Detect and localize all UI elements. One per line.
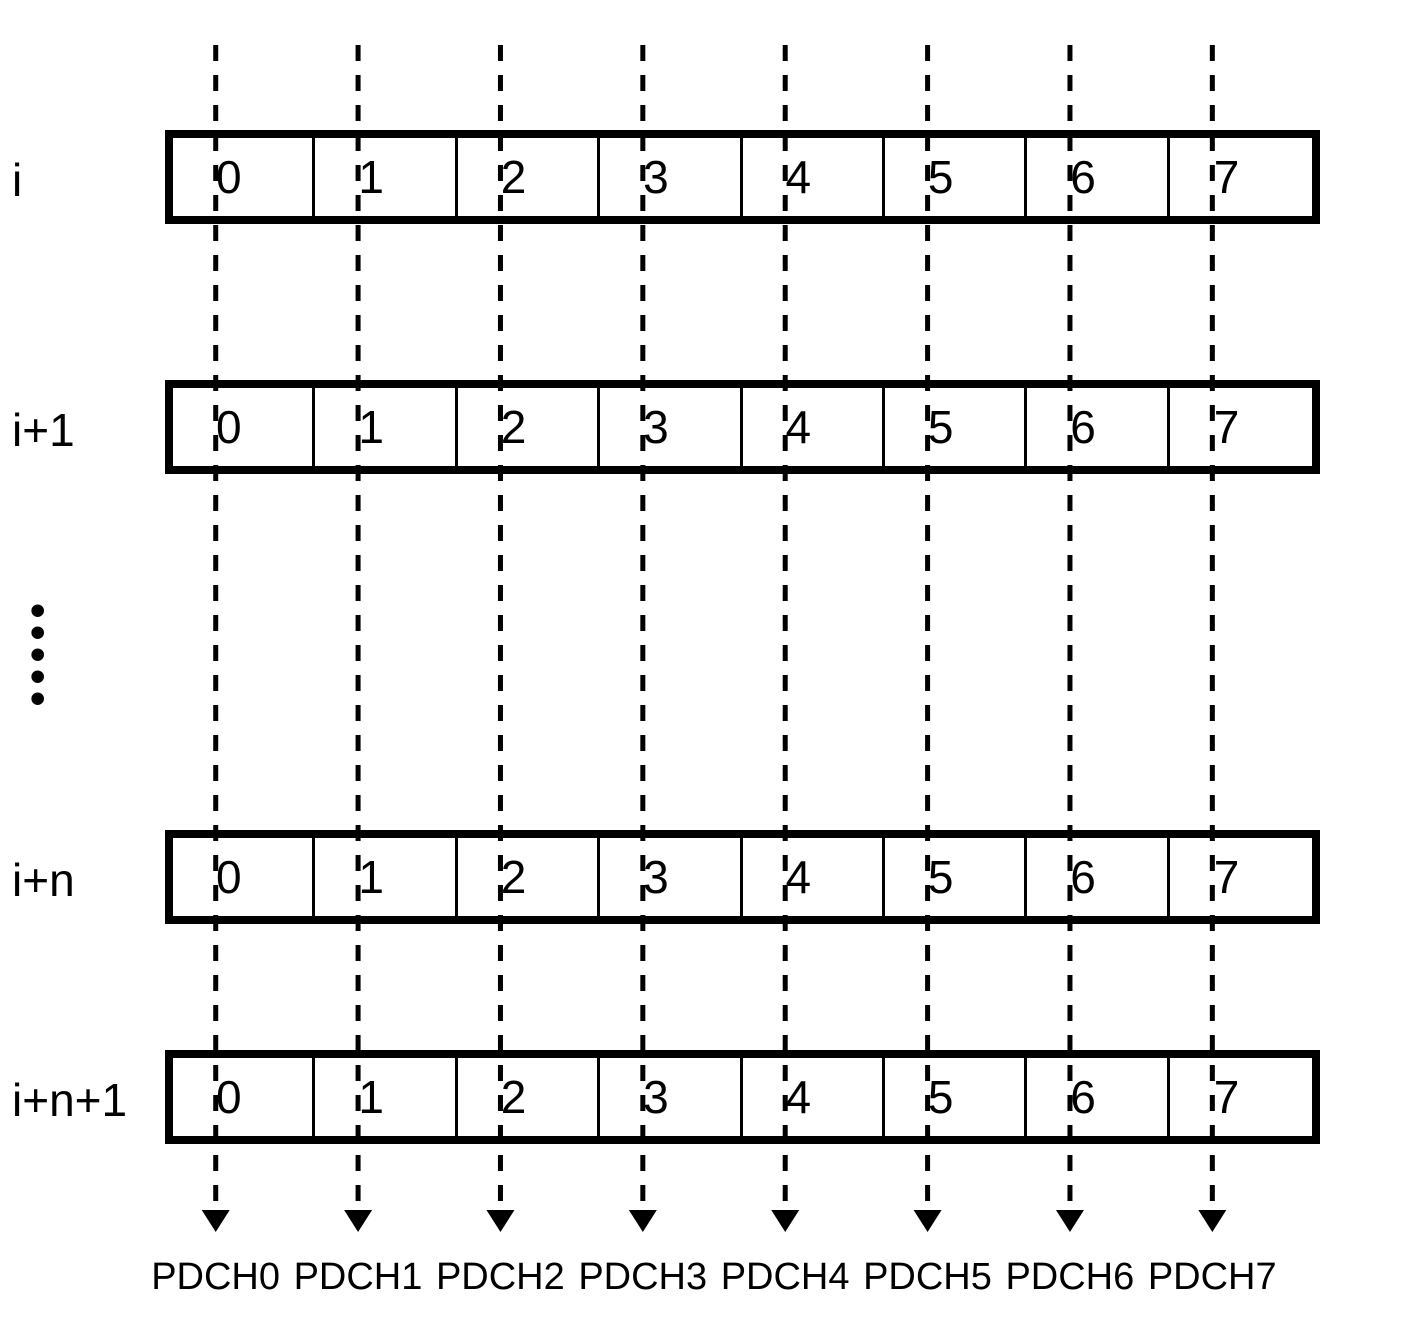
slot-number: 3 (643, 1070, 669, 1124)
slot-number: 4 (785, 850, 811, 904)
pdch-label-2: PDCH2 (436, 1256, 565, 1299)
diagram-canvas: i 0 1 2 3 4 5 6 7 i+1 0 1 2 3 4 5 6 7 i+n 0 1 2 3 4 5 6 7 i+n+1 0 1 2 3… (0, 0, 1410, 1317)
slot-cell-2-2: 2 (458, 838, 600, 916)
pdch-label-0: PDCH0 (151, 1256, 280, 1299)
slot-number: 1 (358, 850, 384, 904)
slot-cell-0-0: 0 (173, 138, 315, 216)
row-label-0: i (12, 153, 22, 207)
slot-cell-2-7: 7 (1170, 838, 1312, 916)
slot-frame-0: 0 1 2 3 4 5 6 7 (165, 130, 1320, 224)
slot-cell-0-6: 6 (1027, 138, 1169, 216)
slot-number: 3 (643, 150, 669, 204)
slot-cell-2-6: 6 (1027, 838, 1169, 916)
slot-number: 7 (1214, 150, 1240, 204)
slot-cell-0-3: 3 (600, 138, 742, 216)
slot-cell-0-7: 7 (1170, 138, 1312, 216)
slot-number: 1 (358, 400, 384, 454)
slot-number: 6 (1070, 1070, 1096, 1124)
guide-arrowhead-0 (202, 1210, 230, 1232)
slot-number: 0 (216, 850, 242, 904)
slot-cell-3-6: 6 (1027, 1058, 1169, 1136)
slot-cell-3-0: 0 (173, 1058, 315, 1136)
slot-cell-0-2: 2 (458, 138, 600, 216)
guide-arrowhead-4 (771, 1210, 799, 1232)
slot-number: 1 (358, 1070, 384, 1124)
row-label-2: i+n (12, 853, 75, 907)
guide-arrowhead-2 (486, 1210, 514, 1232)
slot-number: 4 (785, 150, 811, 204)
slot-frame-3: 0 1 2 3 4 5 6 7 (165, 1050, 1320, 1144)
guide-arrowhead-5 (914, 1210, 942, 1232)
slot-cell-1-7: 7 (1170, 388, 1312, 466)
pdch-label-4: PDCH4 (721, 1256, 850, 1299)
slot-number: 6 (1070, 150, 1096, 204)
pdch-label-7: PDCH7 (1148, 1256, 1277, 1299)
slot-number: 7 (1214, 1070, 1240, 1124)
slot-number: 4 (785, 400, 811, 454)
slot-number: 0 (216, 1070, 242, 1124)
slot-cell-0-4: 4 (743, 138, 885, 216)
slot-cell-2-0: 0 (173, 838, 315, 916)
guide-arrowhead-3 (629, 1210, 657, 1232)
slot-number: 6 (1070, 850, 1096, 904)
slot-number: 2 (501, 150, 527, 204)
slot-number: 5 (928, 400, 954, 454)
slot-frame-1: 0 1 2 3 4 5 6 7 (165, 380, 1320, 474)
guide-arrowhead-1 (344, 1210, 372, 1232)
slot-cell-3-2: 2 (458, 1058, 600, 1136)
slot-cell-2-3: 3 (600, 838, 742, 916)
pdch-label-1: PDCH1 (294, 1256, 423, 1299)
slot-cell-2-5: 5 (885, 838, 1027, 916)
slot-cell-1-1: 1 (315, 388, 457, 466)
row-label-3: i+n+1 (12, 1073, 127, 1127)
slot-cell-0-5: 5 (885, 138, 1027, 216)
pdch-label-3: PDCH3 (578, 1256, 707, 1299)
slot-cell-1-2: 2 (458, 388, 600, 466)
slot-cell-1-4: 4 (743, 388, 885, 466)
slot-number: 7 (1214, 400, 1240, 454)
slot-number: 3 (643, 850, 669, 904)
slot-number: 7 (1214, 850, 1240, 904)
guide-arrowhead-7 (1198, 1210, 1226, 1232)
slot-cell-0-1: 1 (315, 138, 457, 216)
guide-arrowhead-6 (1056, 1210, 1084, 1232)
slot-number: 5 (928, 1070, 954, 1124)
slot-cell-1-3: 3 (600, 388, 742, 466)
slot-cell-3-1: 1 (315, 1058, 457, 1136)
row-label-1: i+1 (12, 403, 75, 457)
slot-number: 0 (216, 400, 242, 454)
slot-number: 5 (928, 850, 954, 904)
slot-number: 2 (501, 850, 527, 904)
slot-number: 1 (358, 150, 384, 204)
slot-cell-1-5: 5 (885, 388, 1027, 466)
slot-number: 3 (643, 400, 669, 454)
slot-number: 2 (501, 1070, 527, 1124)
slot-number: 0 (216, 150, 242, 204)
pdch-label-5: PDCH5 (863, 1256, 992, 1299)
slot-cell-3-3: 3 (600, 1058, 742, 1136)
slot-cell-3-7: 7 (1170, 1058, 1312, 1136)
slot-cell-2-4: 4 (743, 838, 885, 916)
slot-frame-2: 0 1 2 3 4 5 6 7 (165, 830, 1320, 924)
slot-cell-3-5: 5 (885, 1058, 1027, 1136)
slot-number: 5 (928, 150, 954, 204)
slot-number: 2 (501, 400, 527, 454)
slot-cell-1-0: 0 (173, 388, 315, 466)
ellipsis-icon: • • • • • (30, 600, 45, 710)
slot-cell-3-4: 4 (743, 1058, 885, 1136)
pdch-label-6: PDCH6 (1005, 1256, 1134, 1299)
slot-cell-2-1: 1 (315, 838, 457, 916)
slot-number: 6 (1070, 400, 1096, 454)
slot-cell-1-6: 6 (1027, 388, 1169, 466)
slot-number: 4 (785, 1070, 811, 1124)
